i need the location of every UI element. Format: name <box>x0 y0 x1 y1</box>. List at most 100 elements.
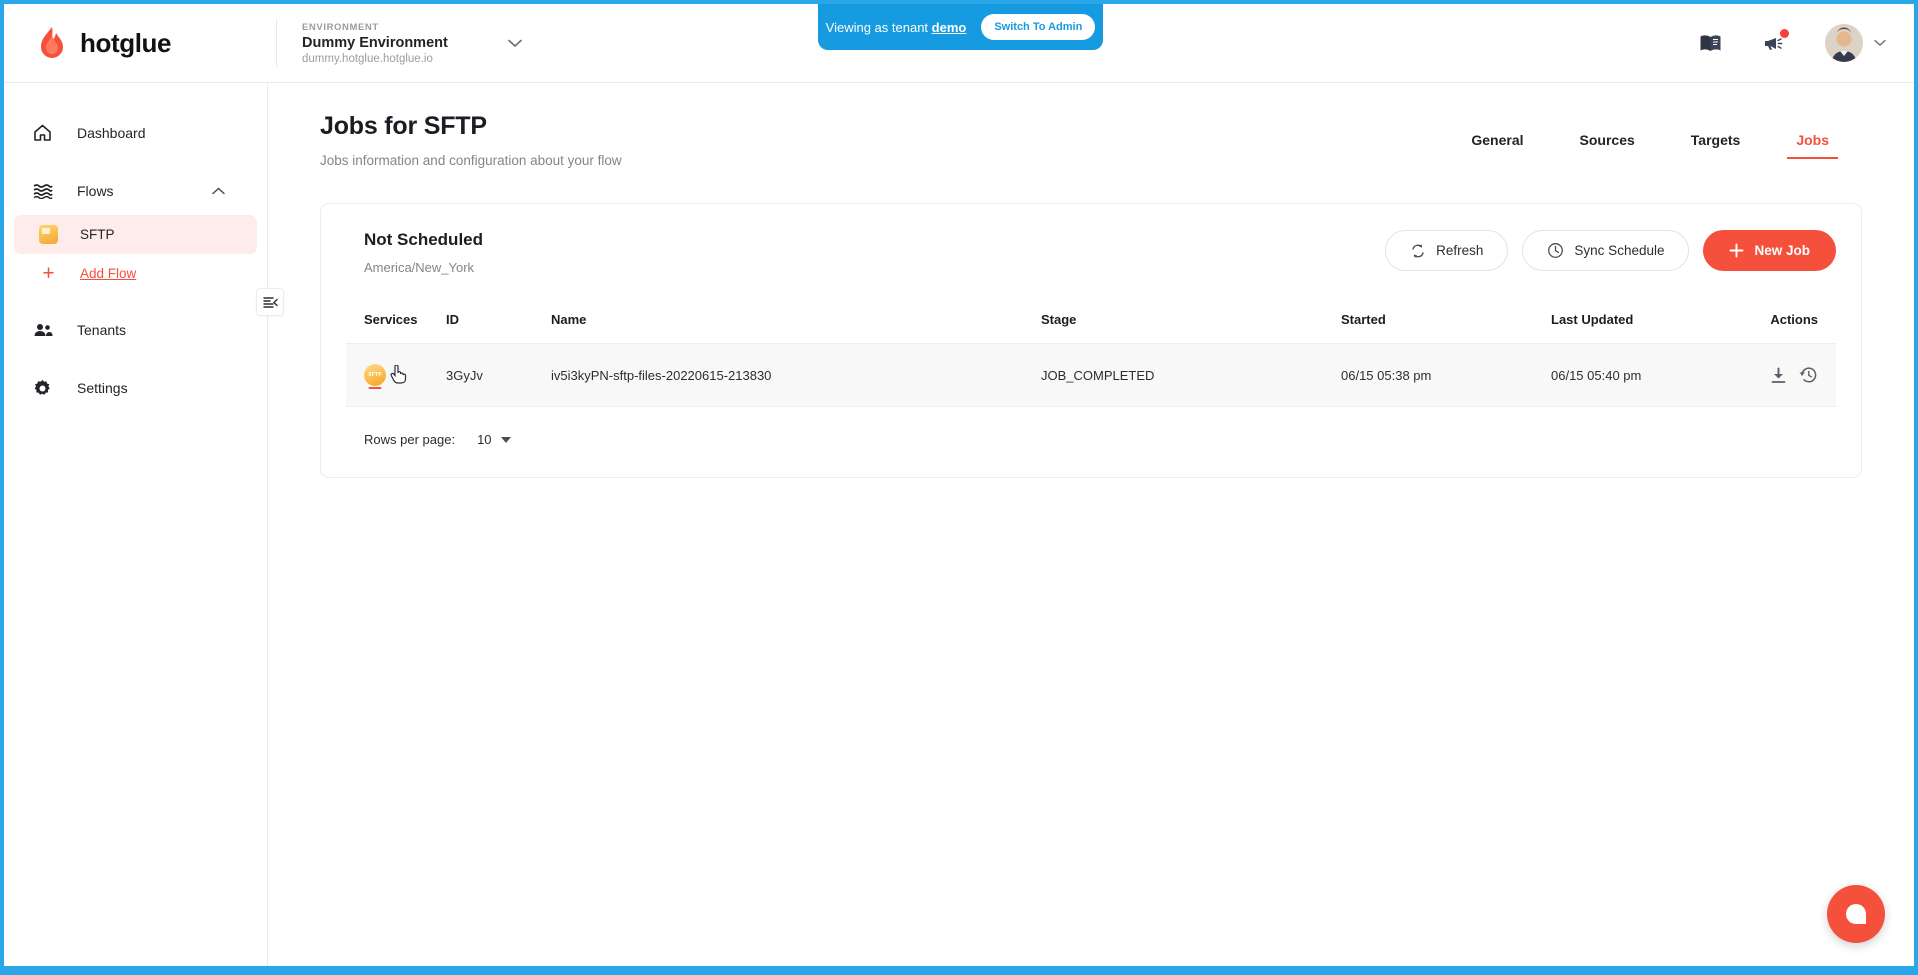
schedule-timezone: America/New_York <box>364 260 475 275</box>
sync-schedule-button[interactable]: Sync Schedule <box>1522 230 1690 271</box>
table-row[interactable]: SFTP 3GyJv iv5i3kyPN-sftp-files-20220615… <box>346 343 1836 407</box>
history-icon <box>1799 367 1817 383</box>
table-header-row: Services ID Name Stage Started Last Upda… <box>346 312 1836 344</box>
collapse-sidebar-button[interactable] <box>256 288 284 316</box>
page-header: Jobs for SFTP Jobs information and confi… <box>268 83 1914 168</box>
jobs-table: Services ID Name Stage Started Last Upda… <box>346 312 1836 407</box>
plus-icon: + <box>42 262 55 285</box>
environment-host: dummy.hotglue.hotglue.io <box>302 52 433 65</box>
tenant-banner-text: Viewing as tenant demo <box>826 20 967 35</box>
jobs-card-actions: Refresh Sync Schedule New Job <box>1385 230 1836 271</box>
browser-window-frame: hotglue ENVIRONMENT Dummy Environment du… <box>0 0 1918 975</box>
sidebar-item-label: Settings <box>77 380 128 396</box>
sidebar-item-label: SFTP <box>80 227 115 242</box>
page-subtitle: Jobs information and configuration about… <box>320 153 622 168</box>
environment-label: ENVIRONMENT <box>302 21 379 33</box>
switch-to-admin-button[interactable]: Switch To Admin <box>981 14 1096 40</box>
row-actions <box>1766 366 1818 384</box>
avatar-image <box>1825 24 1863 62</box>
column-header-started: Started <box>1341 312 1551 344</box>
sidebar-item-add-flow[interactable]: + Add Flow <box>14 254 257 293</box>
tab-sources[interactable]: Sources <box>1580 132 1635 159</box>
environment-name: Dummy Environment <box>302 34 448 51</box>
app-viewport: hotglue ENVIRONMENT Dummy Environment du… <box>4 4 1914 966</box>
column-header-services: Services <box>346 312 446 344</box>
collapse-sidebar-icon <box>263 296 278 308</box>
flame-icon <box>41 27 63 58</box>
people-icon <box>32 320 53 341</box>
brand-name: hotglue <box>80 27 172 58</box>
clock-icon <box>1547 242 1564 259</box>
sidebar-item-dashboard[interactable]: Dashboard <box>4 112 267 154</box>
chat-bubble-icon <box>1846 904 1866 924</box>
environment-text: ENVIRONMENT Dummy Environment dummy.hotg… <box>302 22 448 65</box>
jobs-card: Not Scheduled America/New_York Refresh S… <box>320 203 1862 478</box>
avatar <box>1825 24 1863 62</box>
sidebar-item-sftp[interactable]: SFTP <box>14 215 257 254</box>
chevron-down-icon[interactable] <box>1874 39 1886 47</box>
mouse-cursor-pointer-icon <box>390 365 407 384</box>
chevron-down-icon[interactable] <box>508 39 522 48</box>
rows-per-page: Rows per page: 10 <box>346 407 1836 447</box>
download-button[interactable] <box>1770 367 1787 384</box>
account-menu[interactable] <box>1825 24 1886 62</box>
chat-launcher-button[interactable] <box>1827 885 1885 943</box>
docs-button[interactable] <box>1697 30 1723 56</box>
tenant-banner: Viewing as tenant demo Switch To Admin <box>818 4 1103 50</box>
gear-icon <box>32 378 53 399</box>
service-cell-content: SFTP <box>364 364 446 386</box>
jobs-table-head: Services ID Name Stage Started Last Upda… <box>346 312 1836 344</box>
sync-schedule-label: Sync Schedule <box>1574 243 1665 258</box>
rows-per-page-label: Rows per page: <box>364 432 456 447</box>
column-header-name: Name <box>551 312 1041 344</box>
notification-badge <box>1780 29 1789 38</box>
download-icon <box>1771 367 1786 383</box>
tab-general[interactable]: General <box>1471 132 1523 159</box>
rows-per-page-select[interactable]: 10 <box>477 432 511 447</box>
tenant-banner-prefix: Viewing as tenant <box>825 19 932 35</box>
refresh-button[interactable]: Refresh <box>1385 230 1509 271</box>
sidebar-item-label: Dashboard <box>77 125 146 141</box>
chevron-up-icon[interactable] <box>212 187 225 195</box>
new-job-button[interactable]: New Job <box>1703 230 1836 271</box>
rows-per-page-value: 10 <box>477 432 492 447</box>
sidebar-item-label: Flows <box>77 183 114 199</box>
sidebar-item-tenants[interactable]: Tenants <box>4 309 267 351</box>
cell-id: 3GyJv <box>446 343 551 407</box>
header-actions <box>1697 24 1886 62</box>
history-button[interactable] <box>1799 366 1818 384</box>
waves-icon <box>32 181 53 202</box>
page-heading-group: Jobs for SFTP Jobs information and confi… <box>320 112 622 168</box>
schedule-info: Not Scheduled America/New_York <box>364 230 483 275</box>
sidebar-item-label: Add Flow <box>80 266 137 281</box>
flows-subnav: SFTP + Add Flow <box>14 215 257 293</box>
cell-stage: JOB_COMPLETED <box>1041 343 1341 407</box>
book-icon <box>1700 34 1720 51</box>
tab-targets[interactable]: Targets <box>1691 132 1741 159</box>
main-content: Jobs for SFTP Jobs information and confi… <box>268 83 1914 966</box>
jobs-table-body: SFTP 3GyJv iv5i3kyPN-sftp-files-20220615… <box>346 343 1836 407</box>
refresh-label: Refresh <box>1436 243 1484 258</box>
cell-services: SFTP <box>346 343 446 407</box>
sidebar-item-label: Tenants <box>77 322 127 338</box>
tab-jobs[interactable]: Jobs <box>1787 132 1838 159</box>
sidebar-item-flows[interactable]: Flows <box>4 170 267 212</box>
column-header-last-updated: Last Updated <box>1551 312 1766 344</box>
column-header-id: ID <box>446 312 551 344</box>
flow-tabs: General Sources Targets Jobs <box>1471 112 1862 159</box>
jobs-card-header: Not Scheduled America/New_York Refresh S… <box>346 230 1836 275</box>
announcements-button[interactable] <box>1761 29 1789 56</box>
brand-logo[interactable]: hotglue <box>4 26 274 60</box>
cell-name: iv5i3kyPN-sftp-files-20220615-213830 <box>551 343 1041 407</box>
cell-last-updated: 06/15 05:40 pm <box>1551 343 1766 407</box>
sftp-folder-icon <box>39 225 58 244</box>
environment-selector[interactable]: ENVIRONMENT Dummy Environment dummy.hotg… <box>277 22 527 65</box>
home-icon <box>32 123 53 144</box>
sidebar: Dashboard Flows SFTP + Add Flow Tenants … <box>4 83 284 966</box>
tenant-name-link[interactable]: demo <box>932 20 967 35</box>
new-job-label: New Job <box>1754 243 1810 258</box>
refresh-icon <box>1410 243 1426 259</box>
cell-actions <box>1766 343 1836 407</box>
sftp-service-icon[interactable]: SFTP <box>364 364 386 386</box>
sidebar-item-settings[interactable]: Settings <box>4 367 267 409</box>
